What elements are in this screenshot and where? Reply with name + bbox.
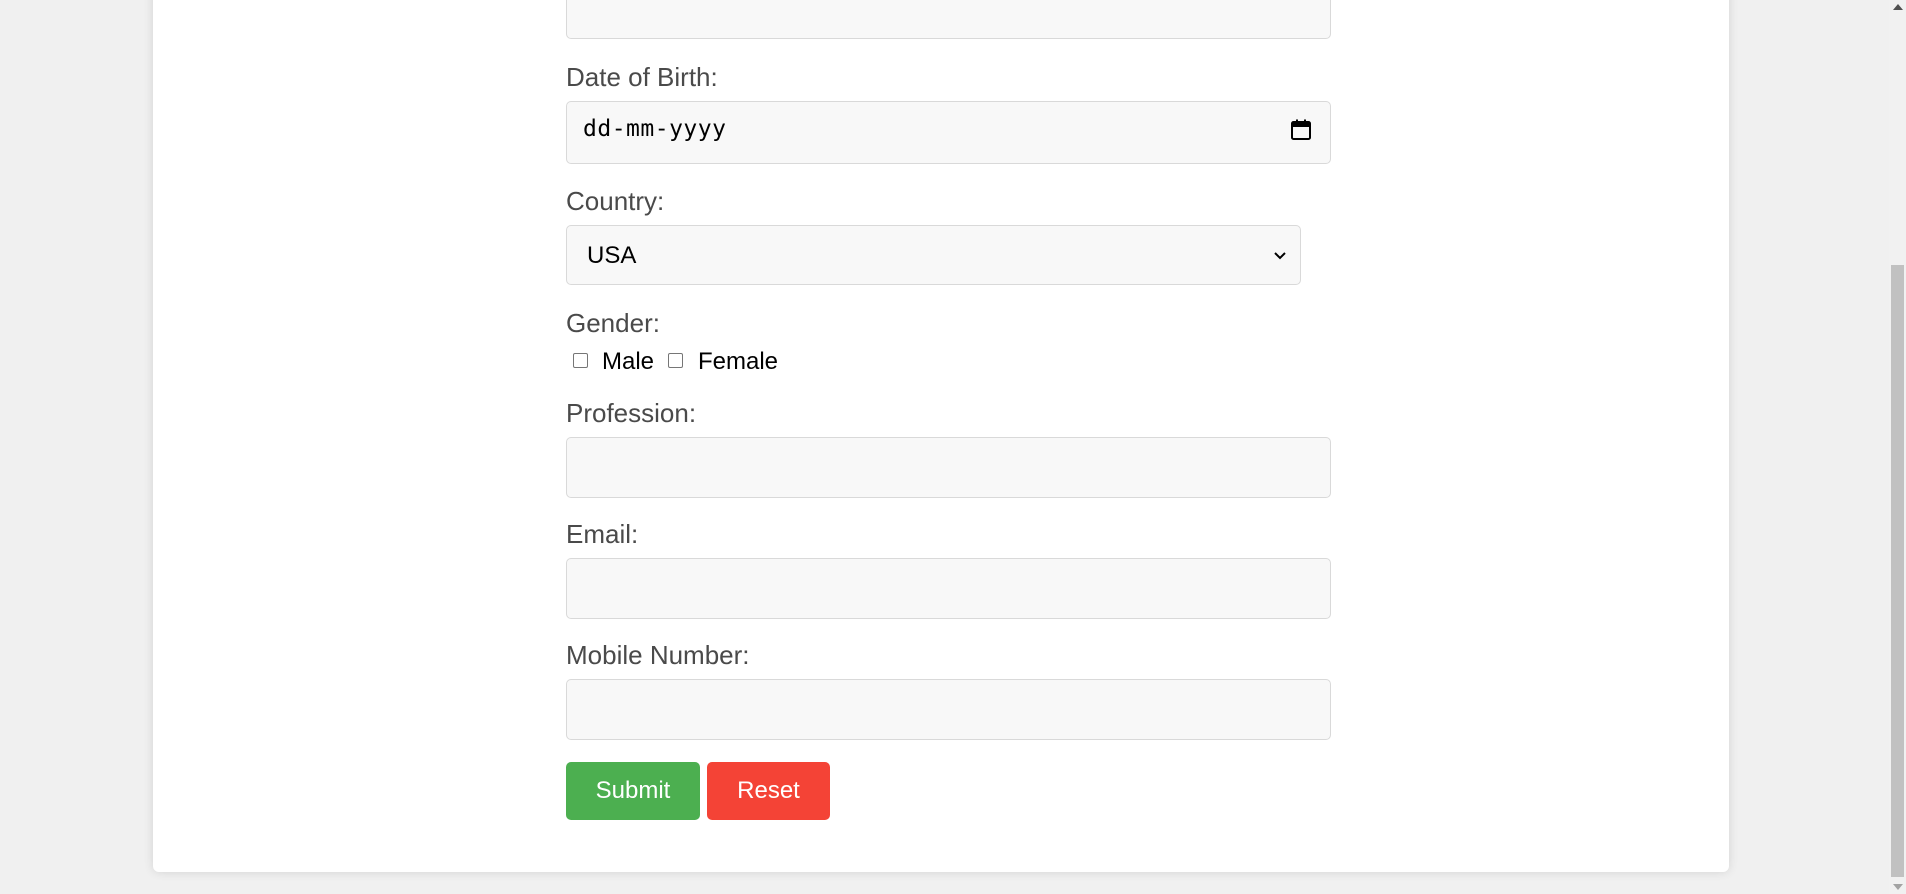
dob-placeholder: dd-mm-yyyy (583, 116, 727, 142)
previous-field-input[interactable] (566, 0, 1331, 39)
profession-input[interactable] (566, 437, 1331, 498)
mobile-label: Mobile Number: (566, 640, 750, 670)
female-label[interactable]: Female (698, 348, 778, 376)
gender-label: Gender: (566, 308, 660, 338)
country-select[interactable]: USA (566, 225, 1301, 285)
female-checkbox[interactable] (668, 353, 683, 368)
calendar-icon[interactable] (1290, 119, 1312, 141)
vertical-scrollbar[interactable] (1889, 0, 1906, 894)
scroll-up-icon[interactable] (1893, 4, 1903, 10)
dob-label: Date of Birth: (566, 62, 718, 92)
chevron-down-icon (1272, 248, 1288, 264)
scrollbar-thumb[interactable] (1891, 265, 1904, 877)
email-input[interactable] (566, 558, 1331, 619)
submit-button[interactable]: Submit (566, 762, 700, 820)
scroll-down-icon[interactable] (1893, 884, 1903, 890)
country-label: Country: (566, 186, 665, 216)
dob-input[interactable]: dd-mm-yyyy (566, 101, 1331, 164)
email-label: Email: (566, 519, 639, 549)
profession-label: Profession: (566, 398, 697, 428)
male-label[interactable]: Male (602, 348, 654, 376)
male-checkbox[interactable] (573, 353, 588, 368)
mobile-input[interactable] (566, 679, 1331, 740)
country-selected-value: USA (587, 242, 637, 269)
reset-button[interactable]: Reset (707, 762, 830, 820)
page: Date of Birth: dd-mm-yyyy Country: USA G… (0, 0, 1906, 894)
